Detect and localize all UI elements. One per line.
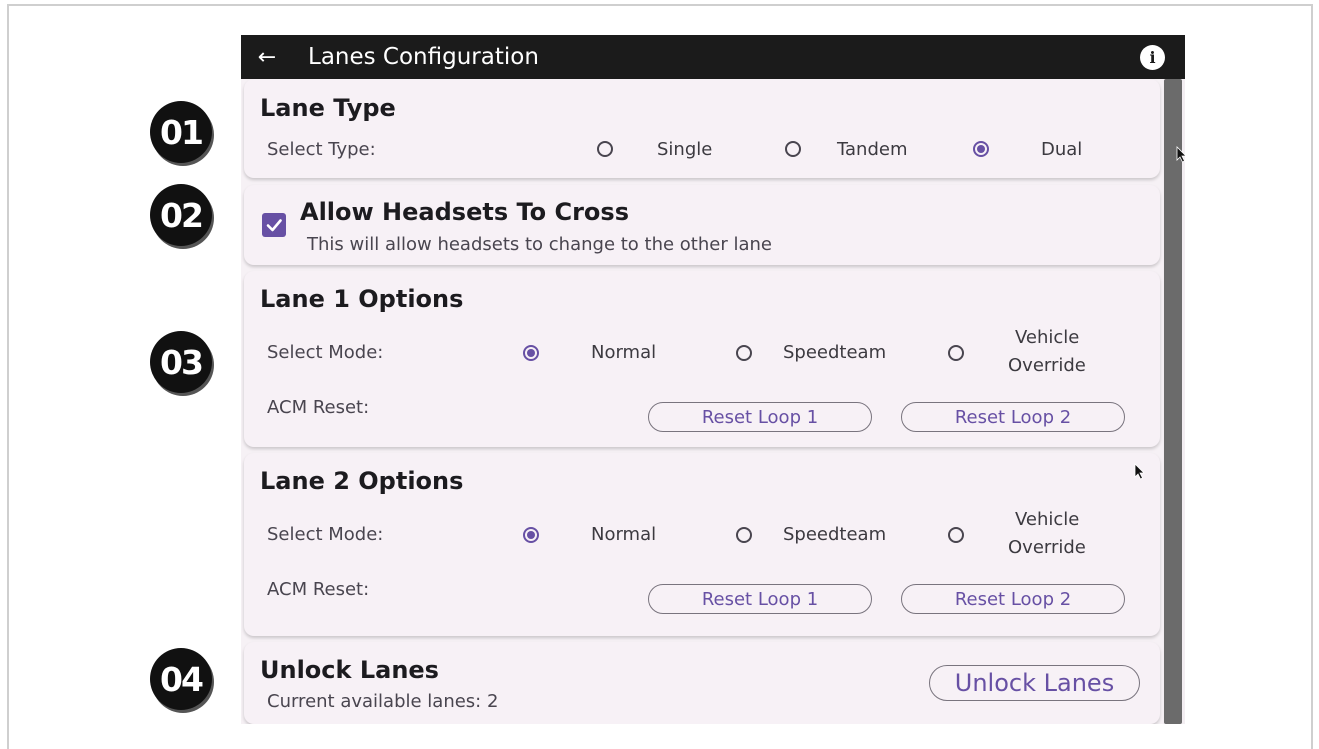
step-badge-03: 03 [150,331,212,393]
radio-dual[interactable] [973,141,989,157]
lane-type-card: Lane Type Select Type: Single Tandem Dua… [244,79,1160,178]
step-badge-02: 02 [150,184,212,246]
cursor-icon [1134,463,1145,480]
unlock-lanes-card: Unlock Lanes Current available lanes: 2 … [244,642,1160,724]
lane2-acm-label: ACM Reset: [267,579,370,600]
lane2-mode-label: Select Mode: [267,524,384,545]
step-badge-04: 04 [150,648,212,710]
info-icon[interactable]: i [1140,45,1165,70]
lane2-radio-vehicle-override[interactable] [948,527,964,543]
unlock-lanes-button[interactable]: Unlock Lanes [929,665,1140,701]
lane2-radio-speedteam[interactable] [736,527,752,543]
lane2-radio-vehicle-label-2: Override [1008,537,1086,558]
lane2-radio-normal[interactable] [523,527,539,543]
radio-single[interactable] [597,141,613,157]
radio-single-label: Single [657,139,713,160]
lane1-radio-vehicle-label-2: Override [1008,355,1086,376]
lane2-reset-loop2-button[interactable]: Reset Loop 2 [901,584,1125,614]
radio-dual-label: Dual [1041,139,1083,160]
page-title: Lanes Configuration [308,44,539,70]
lane2-radio-normal-label: Normal [591,524,657,545]
lane1-options-card: Lane 1 Options Select Mode: Normal Speed… [244,271,1160,447]
select-type-label: Select Type: [267,139,376,160]
step-badge-01: 01 [150,101,212,163]
allow-cross-card: Allow Headsets To Cross This will allow … [244,185,1160,265]
top-app-bar: ← Lanes Configuration i [241,35,1185,79]
lane1-radio-normal[interactable] [523,345,539,361]
check-icon [266,219,282,232]
lane2-title: Lane 2 Options [260,467,464,495]
lane1-mode-label: Select Mode: [267,342,384,363]
scrollbar-thumb[interactable] [1164,79,1182,724]
allow-cross-checkbox[interactable] [262,213,286,237]
radio-tandem-label: Tandem [837,139,908,160]
unlock-lanes-title: Unlock Lanes [260,656,439,684]
lane2-options-card: Lane 2 Options Select Mode: Normal Speed… [244,453,1160,636]
lane1-radio-normal-label: Normal [591,342,657,363]
lane1-radio-speedteam-label: Speedteam [783,342,887,363]
lane2-radio-speedteam-label: Speedteam [783,524,887,545]
available-lanes-status: Current available lanes: 2 [267,691,499,712]
app-window: ← Lanes Configuration i Lane Type Select… [241,35,1185,724]
lane1-radio-speedteam[interactable] [736,345,752,361]
arrow-left-icon[interactable]: ← [241,35,293,79]
lane-type-title: Lane Type [260,94,396,122]
allow-cross-description: This will allow headsets to change to th… [307,234,772,255]
lane1-title: Lane 1 Options [260,285,464,313]
lane1-radio-vehicle-override[interactable] [948,345,964,361]
lane1-reset-loop2-button[interactable]: Reset Loop 2 [901,402,1125,432]
lane1-reset-loop1-button[interactable]: Reset Loop 1 [648,402,872,432]
allow-cross-title: Allow Headsets To Cross [300,198,629,226]
lane2-radio-vehicle-label-1: Vehicle [1015,509,1080,530]
cursor-icon [1176,146,1187,163]
lane2-reset-loop1-button[interactable]: Reset Loop 1 [648,584,872,614]
lane1-radio-vehicle-label-1: Vehicle [1015,327,1080,348]
lane1-acm-label: ACM Reset: [267,397,370,418]
radio-tandem[interactable] [785,141,801,157]
